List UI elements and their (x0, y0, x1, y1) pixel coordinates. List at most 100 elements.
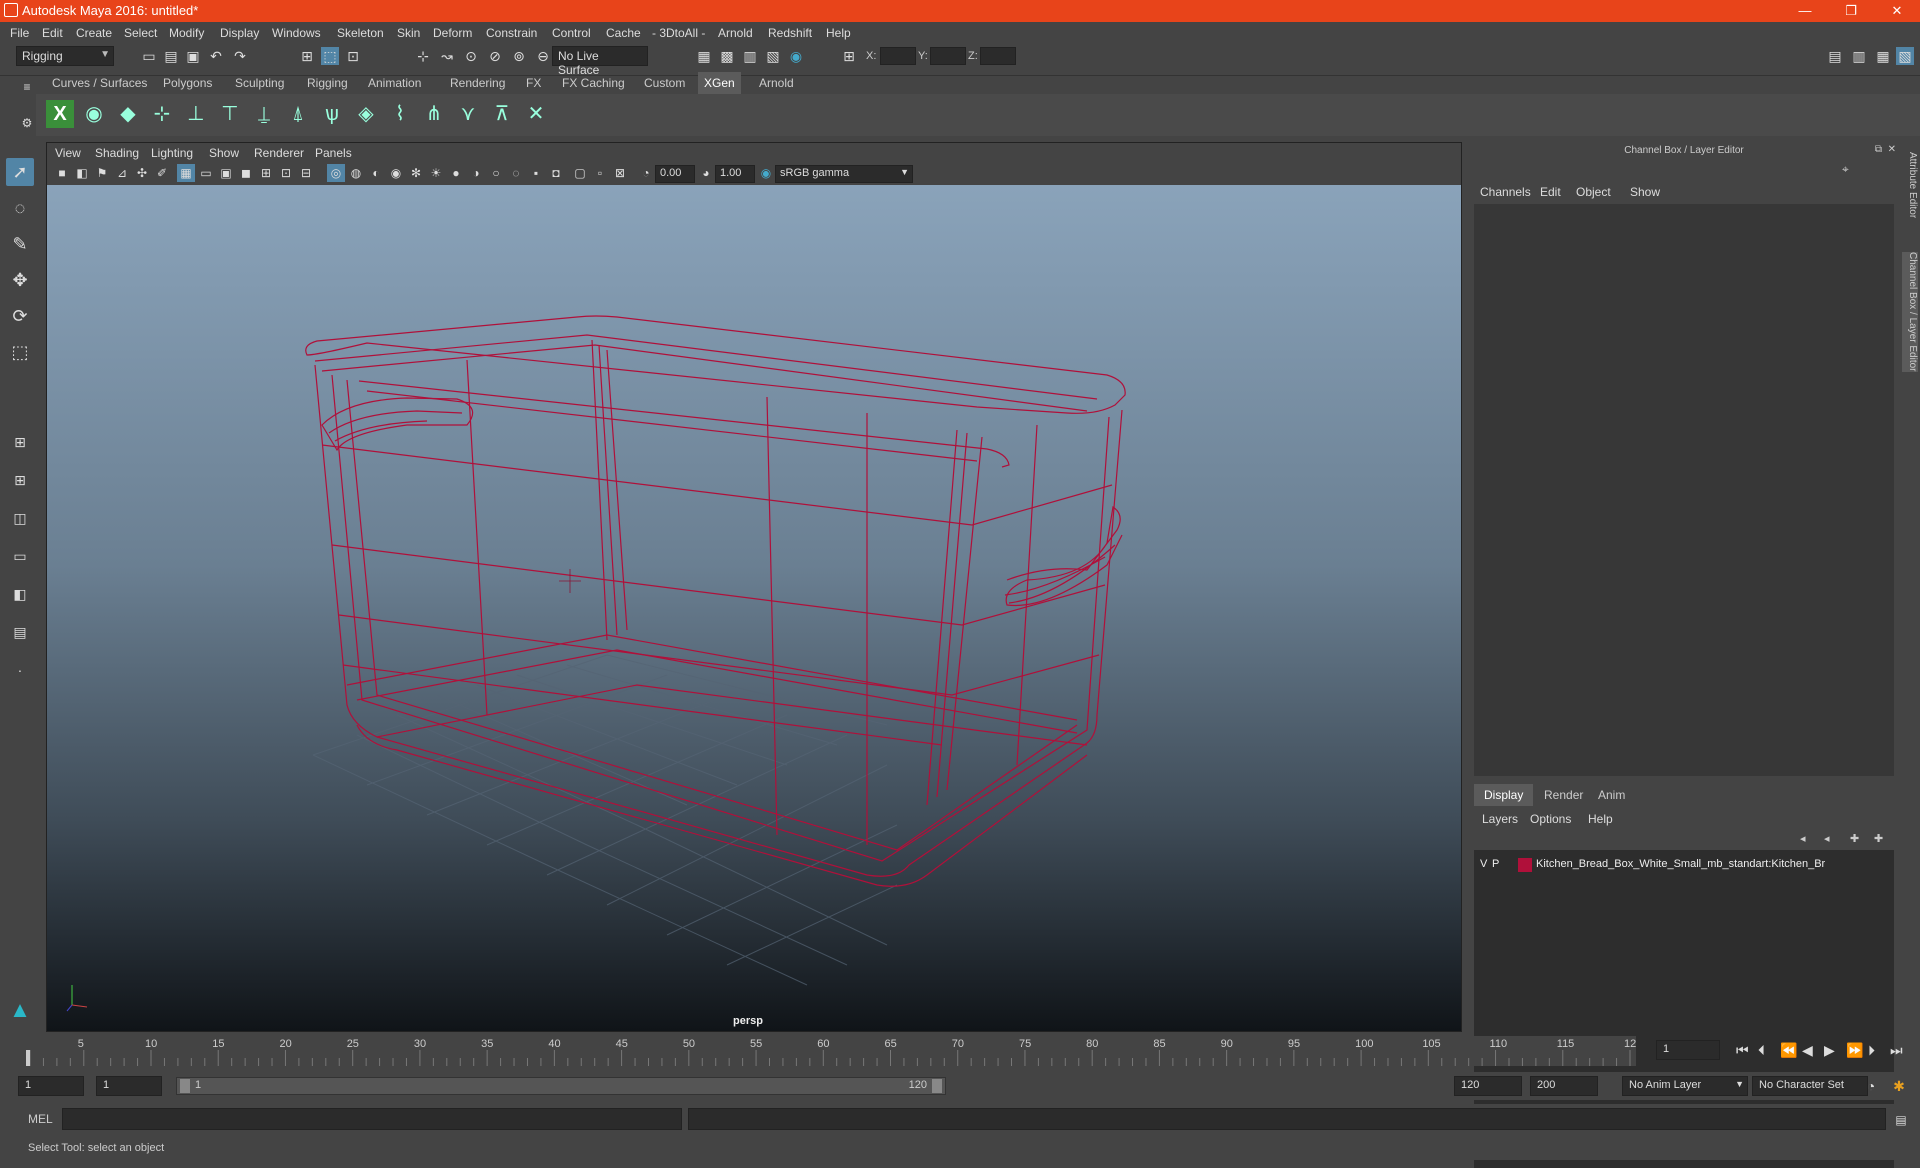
ipr-render-icon[interactable]: ▥ (741, 47, 759, 65)
bookmark-icon[interactable]: ⚑ (93, 164, 111, 182)
new-layer-selected-icon[interactable]: ✚ (1874, 832, 1883, 845)
layer-tab-render[interactable]: Render (1534, 784, 1593, 806)
gamma-icon[interactable]: ◕ (697, 164, 715, 182)
xgen-sculpt-guide-icon[interactable]: ⊤ (216, 100, 244, 128)
panel-menu-renderer[interactable]: Renderer (254, 146, 304, 160)
isolate-icon[interactable]: ▪ (527, 164, 545, 182)
cb-menu-edit[interactable]: Edit (1540, 185, 1561, 199)
xgen-cut-icon[interactable]: ⌇ (386, 100, 414, 128)
xgen-layers-icon[interactable]: ◈ (352, 100, 380, 128)
safe-title-icon[interactable]: ⊟ (297, 164, 315, 182)
command-input[interactable] (62, 1108, 682, 1130)
axis-icon[interactable]: ⌖ (1842, 162, 1849, 177)
menu-modify[interactable]: Modify (169, 26, 204, 40)
panel-menu-view[interactable]: View (55, 146, 81, 160)
auto-key-icon[interactable]: ◔ (1862, 1077, 1880, 1095)
modeling-toolkit-icon[interactable]: ▤ (1826, 47, 1844, 65)
xgen-groom-icon[interactable]: ⊼ (488, 100, 516, 128)
range-start-handle[interactable] (180, 1079, 190, 1093)
go-to-start-icon[interactable]: ⏮ (1736, 1042, 1749, 1059)
xray-joints-icon[interactable]: ▢ (571, 164, 589, 182)
live-surface-field[interactable]: No Live Surface (552, 46, 648, 77)
2d-pan-icon[interactable]: ✣ (133, 164, 151, 182)
step-forward-key-icon[interactable]: ⏩ (1846, 1042, 1863, 1059)
snap-surface-icon[interactable]: ⊚ (510, 47, 528, 65)
redo-icon[interactable]: ↷ (231, 47, 249, 65)
xgen-lock-guide-icon[interactable]: ⍋ (284, 100, 312, 128)
render-view-icon[interactable]: ▧ (764, 47, 782, 65)
snap-point-icon[interactable]: ⊙ (462, 47, 480, 65)
shelf-tab-fx-caching[interactable]: FX Caching (556, 72, 631, 94)
paint-select-tool-icon[interactable]: ✎ (6, 230, 34, 258)
layer-menu-help[interactable]: Help (1588, 812, 1613, 826)
render-settings-icon[interactable]: ▦ (695, 47, 713, 65)
current-frame-field[interactable]: 1 (1656, 1040, 1720, 1060)
camera-select-icon[interactable]: ■ (53, 164, 71, 182)
channel-list[interactable] (1474, 204, 1894, 776)
image-plane-icon[interactable]: ⊿ (113, 164, 131, 182)
side-tab-channel-box[interactable]: Channel Box / Layer Editor (1902, 252, 1918, 372)
textured-icon[interactable]: ◉ (387, 164, 405, 182)
panel-menu-shading[interactable]: Shading (95, 146, 139, 160)
end-time-field[interactable]: 200 (1530, 1076, 1598, 1096)
shelf-tab-xgen[interactable]: XGen (698, 72, 741, 94)
layer-tab-display[interactable]: Display (1474, 784, 1534, 806)
ao-icon[interactable]: ● (447, 164, 465, 182)
xray-icon[interactable]: ◘ (547, 164, 565, 182)
range-end-handle[interactable] (932, 1079, 942, 1093)
side-tab-attribute-editor[interactable]: Attribute Editor (1902, 152, 1918, 218)
shelf-tab-custom[interactable]: Custom (638, 72, 691, 94)
xgen-create-description-icon[interactable]: ◆ (114, 100, 142, 128)
xgen-hair-icon[interactable]: ⋎ (454, 100, 482, 128)
layer-menu-options[interactable]: Options (1530, 812, 1571, 826)
range-bar[interactable]: 1 120 (176, 1077, 946, 1095)
menu-deform[interactable]: Deform (433, 26, 472, 40)
exposure-icon[interactable]: ◔ (637, 164, 655, 182)
save-scene-icon[interactable]: ▣ (184, 47, 202, 65)
play-backward-icon[interactable]: ◀ (1802, 1042, 1813, 1059)
menu-constrain[interactable]: Constrain (486, 26, 537, 40)
x-field[interactable] (880, 47, 916, 65)
close-button[interactable]: ✕ (1874, 0, 1920, 22)
new-scene-icon[interactable]: ▭ (140, 47, 158, 65)
menu-select[interactable]: Select (124, 26, 157, 40)
select-tool-icon[interactable]: ➚ (6, 158, 34, 186)
field-chart-icon[interactable]: ⊞ (257, 164, 275, 182)
script-editor-icon[interactable]: ▤ (1892, 1111, 1910, 1129)
camera-attr-icon[interactable]: ◧ (73, 164, 91, 182)
layer-visibility-toggle[interactable]: V (1480, 858, 1487, 870)
new-layer-icon[interactable]: ✚ (1850, 832, 1859, 845)
menu-redshift[interactable]: Redshift (768, 26, 812, 40)
cb-menu-show[interactable]: Show (1630, 185, 1660, 199)
step-back-frame-icon[interactable]: ⏴ (1758, 1042, 1765, 1059)
rotate-tool-icon[interactable]: ⟳ (6, 302, 34, 330)
tool-settings-toggle-icon[interactable]: ▦ (1874, 47, 1892, 65)
layout-persp-outliner-icon[interactable]: ▭ (6, 542, 34, 570)
shelf-tab-curves-surfaces[interactable]: Curves / Surfaces (46, 72, 153, 94)
float-panel-icon[interactable]: ⧉ (1875, 144, 1882, 155)
wireframe-on-shaded-icon[interactable]: ◐ (367, 164, 385, 182)
move-tool-icon[interactable]: ✥ (6, 266, 34, 294)
color-management-icon[interactable]: ◉ (757, 164, 775, 182)
select-hierarchy-icon[interactable]: ⊞ (298, 47, 316, 65)
layer-color-swatch[interactable] (1518, 858, 1532, 872)
shelf-tab-animation[interactable]: Animation (362, 72, 427, 94)
motion-blur-icon[interactable]: ◑ (467, 164, 485, 182)
layout-four-icon[interactable]: ⊞ (6, 466, 34, 494)
menu-windows[interactable]: Windows (272, 26, 321, 40)
shadows-icon[interactable]: ☀ (427, 164, 445, 182)
playback-end-field[interactable]: 120 (1454, 1076, 1522, 1096)
menu-arnold[interactable]: Arnold (718, 26, 753, 40)
resolution-gate-icon[interactable]: ▣ (217, 164, 235, 182)
z-field[interactable] (980, 47, 1016, 65)
xgen-delete-icon[interactable]: ✕ (522, 100, 550, 128)
xgen-fur-icon[interactable]: ⋔ (420, 100, 448, 128)
go-to-end-icon[interactable]: ⏭ (1890, 1042, 1903, 1059)
safe-action-icon[interactable]: ⊡ (277, 164, 295, 182)
layout-outliner-icon[interactable]: ◧ (6, 580, 34, 608)
scale-tool-icon[interactable]: ⬚ (6, 338, 34, 366)
layer-row[interactable]: V P Kitchen_Bread_Box_White_Small_mb_sta… (1478, 856, 1890, 874)
anim-layer-dropdown[interactable]: No Anim Layer ▼ (1622, 1076, 1748, 1096)
channel-box-toggle-icon[interactable]: ▧ (1896, 47, 1914, 65)
transform-mode-icon[interactable]: ⊞ (840, 47, 858, 65)
